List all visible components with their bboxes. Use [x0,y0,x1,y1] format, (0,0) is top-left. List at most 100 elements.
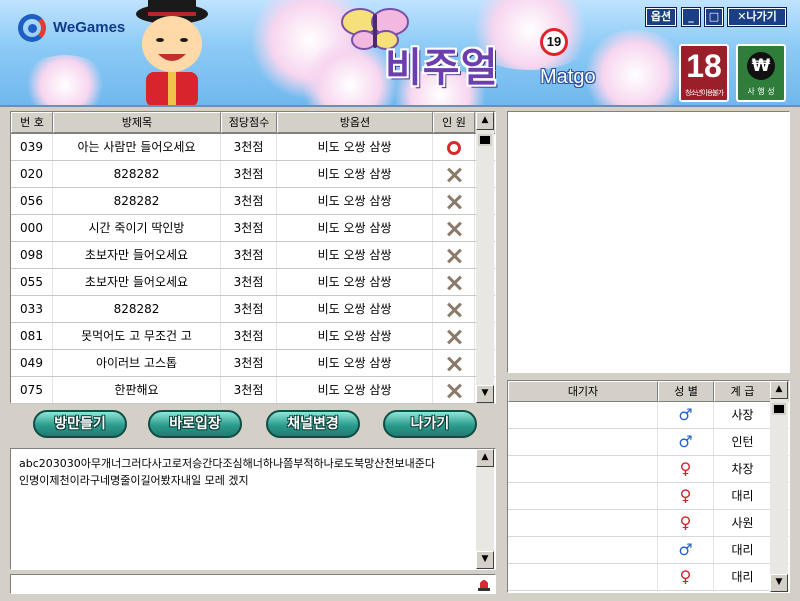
col-room-number[interactable]: 번 호 [11,112,53,133]
room-number: 098 [11,242,53,268]
waiting-row[interactable]: ♂ 대리 [508,537,789,564]
room-number: 039 [11,134,53,160]
room-number: 075 [11,377,53,403]
room-title: 한판해요 [53,377,221,403]
col-room-options[interactable]: 방옵션 [277,112,433,133]
room-row[interactable]: 020 828282 3천점 비도 오쌍 삼쌍 [11,161,495,188]
change-channel-button[interactable]: 채널변경 [266,410,360,438]
room-full-icon [447,276,461,290]
room-score: 3천점 [221,323,277,349]
minimize-button[interactable]: _ [681,7,701,27]
room-options: 비도 오쌍 삼쌍 [277,215,433,241]
room-number: 055 [11,269,53,295]
chat-message: 인명이제천이라구네명줄이길어봤자내일 모레 겠지 [19,474,249,487]
gender-cell: ♀ [658,564,714,590]
room-status [433,161,475,187]
gambling-rating-caption: 사 행 성 [747,87,775,96]
female-icon: ♀ [679,513,692,532]
room-status [433,377,475,403]
waiting-row[interactable]: ♀ 차장 [508,456,789,483]
chat-input-box[interactable] [10,574,496,594]
scroll-up-button[interactable]: ▲ [476,449,494,467]
room-score: 3천점 [221,215,277,241]
room-status [433,215,475,241]
waiting-user-name [508,402,658,428]
scroll-thumb[interactable] [772,403,786,415]
waiting-row[interactable]: ♀ 대리 [508,564,789,591]
won-icon: ₩ [747,52,775,80]
waiting-row[interactable]: ♀ 대리 [508,483,789,510]
room-title: 828282 [53,296,221,322]
quick-join-button[interactable]: 바로입장 [148,410,242,438]
male-icon: ♂ [678,405,693,424]
waiting-user-name [508,456,658,482]
scroll-down-button[interactable]: ▼ [476,551,494,569]
room-list-scrollbar[interactable]: ▲ ▼ [476,112,494,403]
scroll-down-button[interactable]: ▼ [770,574,788,592]
age-rating-badge: 19 [540,28,568,56]
chat-scrollbar[interactable]: ▲ ▼ [476,449,494,569]
room-row[interactable]: 055 초보자만 들어오세요 3천점 비도 오쌍 삼쌍 [11,269,495,296]
waiting-row[interactable]: ♀ 사원 [508,510,789,537]
room-options: 비도 오쌍 삼쌍 [277,350,433,376]
chat-input[interactable] [11,575,471,593]
rank-cell: 사원 [731,516,754,530]
room-title: 828282 [53,188,221,214]
waiting-list-scrollbar[interactable]: ▲ ▼ [770,381,788,592]
col-players[interactable]: 인 원 [433,112,475,133]
scroll-down-button[interactable]: ▼ [476,385,494,403]
maximize-button[interactable]: □ [704,7,724,27]
room-row[interactable]: 049 아이러브 고스톱 3천점 비도 오쌍 삼쌍 [11,350,495,377]
room-options: 비도 오쌍 삼쌍 [277,134,433,160]
gender-cell: ♀ [658,483,714,509]
gender-cell: ♀ [658,456,714,482]
exit-lobby-button[interactable]: 나가기 [383,410,477,438]
room-row[interactable]: 000 시간 죽이기 딱인방 3천점 비도 오쌍 삼쌍 [11,215,495,242]
waiting-rows: ♂ 사장 ♂ 인턴 ♀ 차장 ♀ 대리 ♀ 사원 ♂ 대리 ♀ 대리 [508,402,789,591]
room-rows: 039 아는 사람만 들어오세요 3천점 비도 오쌍 삼쌍 020 828282 3천점 비도… [11,134,495,404]
col-score[interactable]: 점당점수 [221,112,277,133]
room-number: 020 [11,161,53,187]
room-row[interactable]: 056 828282 3천점 비도 오쌍 삼쌍 [11,188,495,215]
room-number: 056 [11,188,53,214]
room-row[interactable]: 033 828282 3천점 비도 오쌍 삼쌍 [11,296,495,323]
room-open-icon [446,140,461,155]
exit-window-button[interactable]: ✕나가기 [727,7,787,27]
waiting-user-name [508,510,658,536]
waiting-user-name [508,483,658,509]
rank-cell: 차장 [731,462,754,476]
room-full-icon [447,303,461,317]
room-full-icon [447,357,461,371]
scroll-up-button[interactable]: ▲ [476,112,494,130]
room-row[interactable]: 098 초보자만 들어오세요 3천점 비도 오쌍 삼쌍 [11,242,495,269]
siren-icon[interactable] [477,577,491,591]
room-row[interactable]: 039 아는 사람만 들어오세요 3천점 비도 오쌍 삼쌍 [11,134,495,161]
room-full-icon [447,249,461,263]
room-row[interactable]: 075 한판해요 3천점 비도 오쌍 삼쌍 [11,377,495,404]
rank-cell: 사장 [731,408,754,422]
rank-cell: 인턴 [731,435,754,449]
chat-message: abc203030아무개너그러다사고로저승간다조심해너하나쯤부적하나로도북망산천… [19,457,435,470]
logo-text: WeGames [53,18,126,36]
room-options: 비도 오쌍 삼쌍 [277,323,433,349]
scroll-up-button[interactable]: ▲ [770,381,788,399]
room-full-icon [447,384,461,398]
room-status [433,296,475,322]
scroll-thumb[interactable] [478,134,492,146]
waiting-row[interactable]: ♂ 인턴 [508,429,789,456]
col-room-title[interactable]: 방제목 [53,112,221,133]
room-row[interactable]: 081 못먹어도 고 무조건 고 3천점 비도 오쌍 삼쌍 [11,323,495,350]
waiting-row[interactable]: ♂ 사장 [508,402,789,429]
room-number: 081 [11,323,53,349]
game-subtitle: Matgo [540,66,596,88]
col-gender[interactable]: 성 별 [658,381,714,402]
gambling-rating-badge: ₩ 사 행 성 [736,44,786,102]
col-waiting-user[interactable]: 대기자 [508,381,658,402]
make-room-button[interactable]: 방만들기 [33,410,127,438]
options-button[interactable]: 옵션 [645,7,677,27]
female-icon: ♀ [679,567,692,586]
room-status [433,269,475,295]
col-rank[interactable]: 계 급 [714,381,771,402]
room-options: 비도 오쌍 삼쌍 [277,269,433,295]
room-title: 시간 죽이기 딱인방 [53,215,221,241]
